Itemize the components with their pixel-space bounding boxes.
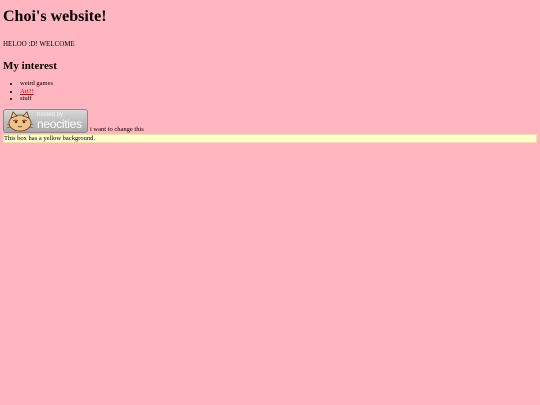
list-item[interactable]: Art?! — [20, 88, 537, 96]
list-item: stuff — [20, 95, 537, 103]
list-item-label: stuff — [20, 95, 32, 103]
badge-row: hosted by neocities i want to change thi… — [3, 107, 537, 133]
interests-heading: My interest — [3, 60, 57, 72]
neocities-badge[interactable]: hosted by neocities — [3, 108, 88, 133]
page: Choi's website! HELOO :D! WELCOME My int… — [0, 0, 540, 405]
neocities-wordmark: neocities — [37, 116, 82, 131]
welcome-text: HELOO :D! WELCOME — [3, 40, 75, 48]
list-item: weird games — [20, 80, 537, 88]
page-title: Choi's website! — [3, 8, 107, 25]
yellow-box: This box has a yellow background. — [3, 133, 537, 143]
art-link[interactable]: Art?! — [20, 88, 34, 95]
badge-caption: i want to change this — [90, 125, 144, 133]
neocities-cat-icon — [6, 111, 34, 132]
interests-list: weird games Art?! stuff — [3, 80, 537, 103]
list-item-label: weird games — [20, 80, 54, 87]
